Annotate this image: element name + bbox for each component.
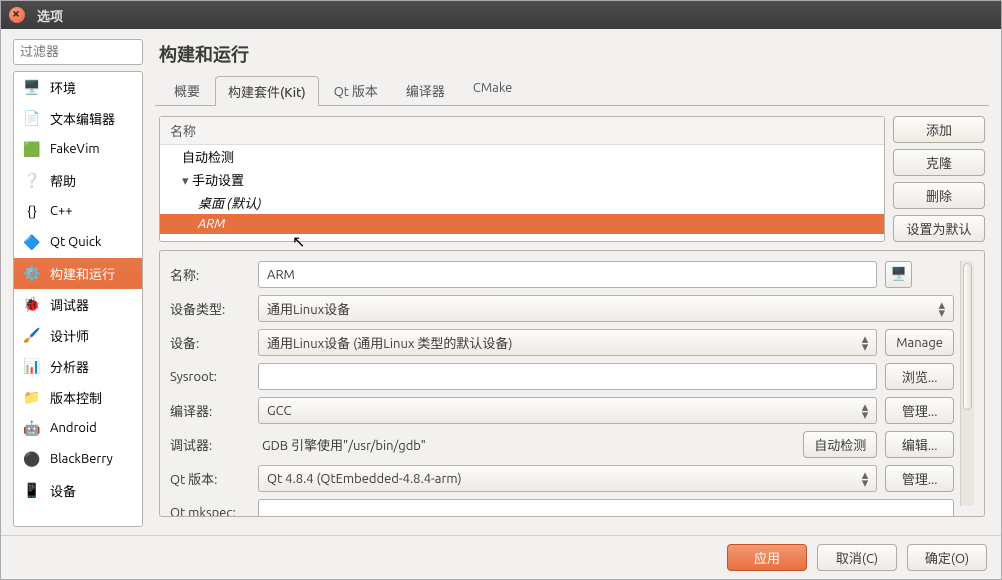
compiler-combo[interactable]: GCC▴▾ — [258, 397, 877, 424]
window-title: 选项 — [37, 6, 63, 25]
chevron-updown-icon: ▴▾ — [862, 335, 869, 351]
device-icon: 📱 — [22, 480, 42, 500]
monitor-icon: 🖥️ — [891, 267, 907, 282]
vcs-icon: 📁 — [22, 387, 42, 407]
tab-compilers[interactable]: 编译器 — [393, 75, 458, 105]
sidebar-item-analyzer[interactable]: 📊分析器 — [14, 351, 142, 382]
kits-row: 名称 自动检测 ▾手动设置 桌面 (默认) ARM 添加 克隆 删除 设置为默认 — [159, 116, 985, 242]
sidebar-item-fakevim[interactable]: 🟩FakeVim — [14, 134, 142, 165]
add-button[interactable]: 添加 — [893, 116, 985, 143]
devtype-label: 设备类型: — [170, 295, 250, 322]
manage-qtver-button[interactable]: 管理... — [885, 465, 954, 492]
options-window: 选项 🖥️环境 📄文本编辑器 🟩FakeVim ❔帮助 {}C++ 🔷Qt Qu… — [0, 0, 1002, 580]
qtver-combo[interactable]: Qt 4.8.4 (QtEmbedded-4.8.4-arm)▴▾ — [258, 465, 877, 492]
fakevim-icon: 🟩 — [22, 139, 42, 159]
device-label: 设备: — [170, 329, 250, 356]
blackberry-icon: ⚫ — [22, 449, 42, 469]
kit-icon-button[interactable]: 🖥️ — [885, 261, 912, 288]
filter-input[interactable] — [13, 39, 143, 65]
sysroot-label: Sysroot: — [170, 363, 250, 390]
compiler-label: 编译器: — [170, 397, 250, 424]
browse-sysroot-button[interactable]: 浏览... — [885, 363, 954, 390]
edit-debugger-button[interactable]: 编辑... — [885, 431, 954, 458]
manage-compiler-button[interactable]: 管理... — [885, 397, 954, 424]
sidebar-item-help[interactable]: ❔帮助 — [14, 165, 142, 196]
designer-icon: 🖌️ — [22, 325, 42, 345]
tree-kit-desktop[interactable]: 桌面 (默认) — [160, 191, 884, 214]
chevron-updown-icon: ▴▾ — [862, 403, 869, 419]
autodetect-debugger-button[interactable]: 自动检测 — [803, 431, 877, 458]
tree-body[interactable]: 自动检测 ▾手动设置 桌面 (默认) ARM — [160, 145, 884, 241]
dialog-footer: 应用 取消(C) 确定(O) — [1, 535, 1001, 579]
set-default-button[interactable]: 设置为默认 — [893, 215, 985, 242]
text-icon: 📄 — [22, 108, 42, 128]
sidebar-item-blackberry[interactable]: ⚫BlackBerry — [14, 444, 142, 475]
debugger-value: GDB 引擎使用"/usr/bin/gdb" — [258, 431, 795, 458]
tree-header: 名称 — [160, 117, 884, 145]
help-icon: ❔ — [22, 170, 42, 190]
cancel-button[interactable]: 取消(C) — [817, 544, 897, 571]
devtype-combo[interactable]: 通用Linux设备▴▾ — [258, 295, 954, 322]
name-label: 名称: — [170, 261, 250, 288]
form-scrollbar[interactable] — [960, 261, 974, 506]
mkspec-input[interactable] — [258, 499, 954, 517]
sidebar-item-text[interactable]: 📄文本编辑器 — [14, 103, 142, 134]
scroll-thumb[interactable] — [963, 263, 972, 410]
sidebar-item-qtquick[interactable]: 🔷Qt Quick — [14, 227, 142, 258]
android-icon: 🤖 — [22, 418, 42, 438]
sidebar-item-cpp[interactable]: {}C++ — [14, 196, 142, 227]
left-column: 🖥️环境 📄文本编辑器 🟩FakeVim ❔帮助 {}C++ 🔷Qt Quick… — [13, 39, 143, 527]
remove-button[interactable]: 删除 — [893, 182, 985, 209]
name-input[interactable] — [258, 261, 877, 288]
tab-overview[interactable]: 概要 — [161, 75, 213, 105]
category-list: 🖥️环境 📄文本编辑器 🟩FakeVim ❔帮助 {}C++ 🔷Qt Quick… — [13, 71, 143, 527]
tab-kits[interactable]: 构建套件(Kit) — [215, 76, 319, 106]
chevron-updown-icon: ▴▾ — [938, 301, 945, 317]
sidebar-item-device[interactable]: 📱设备 — [14, 475, 142, 506]
content: 🖥️环境 📄文本编辑器 🟩FakeVim ❔帮助 {}C++ 🔷Qt Quick… — [1, 29, 1001, 535]
tab-body: 名称 自动检测 ▾手动设置 桌面 (默认) ARM 添加 克隆 删除 设置为默认 — [155, 106, 989, 527]
env-icon: 🖥️ — [22, 77, 42, 97]
sidebar-item-designer[interactable]: 🖌️设计师 — [14, 320, 142, 351]
tree-autodetect[interactable]: 自动检测 — [160, 145, 884, 168]
sidebar-item-build[interactable]: ⚙️构建和运行 — [14, 258, 142, 289]
clone-button[interactable]: 克隆 — [893, 149, 985, 176]
tab-cmake[interactable]: CMake — [460, 75, 525, 105]
qtquick-icon: 🔷 — [22, 232, 42, 252]
manage-device-button[interactable]: Manage — [885, 329, 954, 356]
chevron-down-icon: ▾ — [182, 174, 192, 189]
chevron-updown-icon: ▴▾ — [862, 471, 869, 487]
page-title: 构建和运行 — [159, 41, 989, 67]
ok-button[interactable]: 确定(O) — [907, 544, 987, 571]
close-icon[interactable] — [9, 7, 25, 23]
kits-tree: 名称 自动检测 ▾手动设置 桌面 (默认) ARM — [159, 116, 885, 242]
device-combo[interactable]: 通用Linux设备 (通用Linux 类型的默认设备)▴▾ — [258, 329, 877, 356]
analyzer-icon: 📊 — [22, 356, 42, 376]
kits-buttons: 添加 克隆 删除 设置为默认 — [893, 116, 985, 242]
build-icon: ⚙️ — [22, 263, 42, 283]
tree-manual[interactable]: ▾手动设置 — [160, 168, 884, 191]
sidebar-item-vcs[interactable]: 📁版本控制 — [14, 382, 142, 413]
qtver-label: Qt 版本: — [170, 465, 250, 492]
tab-qtver[interactable]: Qt 版本 — [321, 75, 391, 105]
cpp-icon: {} — [22, 201, 42, 221]
tree-kit-arm[interactable]: ARM — [160, 214, 884, 234]
tab-bar: 概要 构建套件(Kit) Qt 版本 编译器 CMake — [155, 75, 989, 106]
mkspec-label: Qt mkspec: — [170, 499, 250, 517]
apply-button[interactable]: 应用 — [727, 544, 807, 571]
debugger-label: 调试器: — [170, 431, 250, 458]
debugger-icon: 🐞 — [22, 294, 42, 314]
titlebar: 选项 — [1, 1, 1001, 29]
kit-form: 名称: 🖥️ 设备类型: 通用Linux设备▴▾ 设备: 通用Linux设备 (… — [159, 250, 985, 517]
sidebar-item-debugger[interactable]: 🐞调试器 — [14, 289, 142, 320]
sysroot-input[interactable] — [258, 363, 877, 390]
sidebar-item-android[interactable]: 🤖Android — [14, 413, 142, 444]
right-column: 构建和运行 概要 构建套件(Kit) Qt 版本 编译器 CMake 名称 自动… — [155, 39, 989, 527]
sidebar-item-env[interactable]: 🖥️环境 — [14, 72, 142, 103]
form-grid: 名称: 🖥️ 设备类型: 通用Linux设备▴▾ 设备: 通用Linux设备 (… — [170, 261, 954, 506]
